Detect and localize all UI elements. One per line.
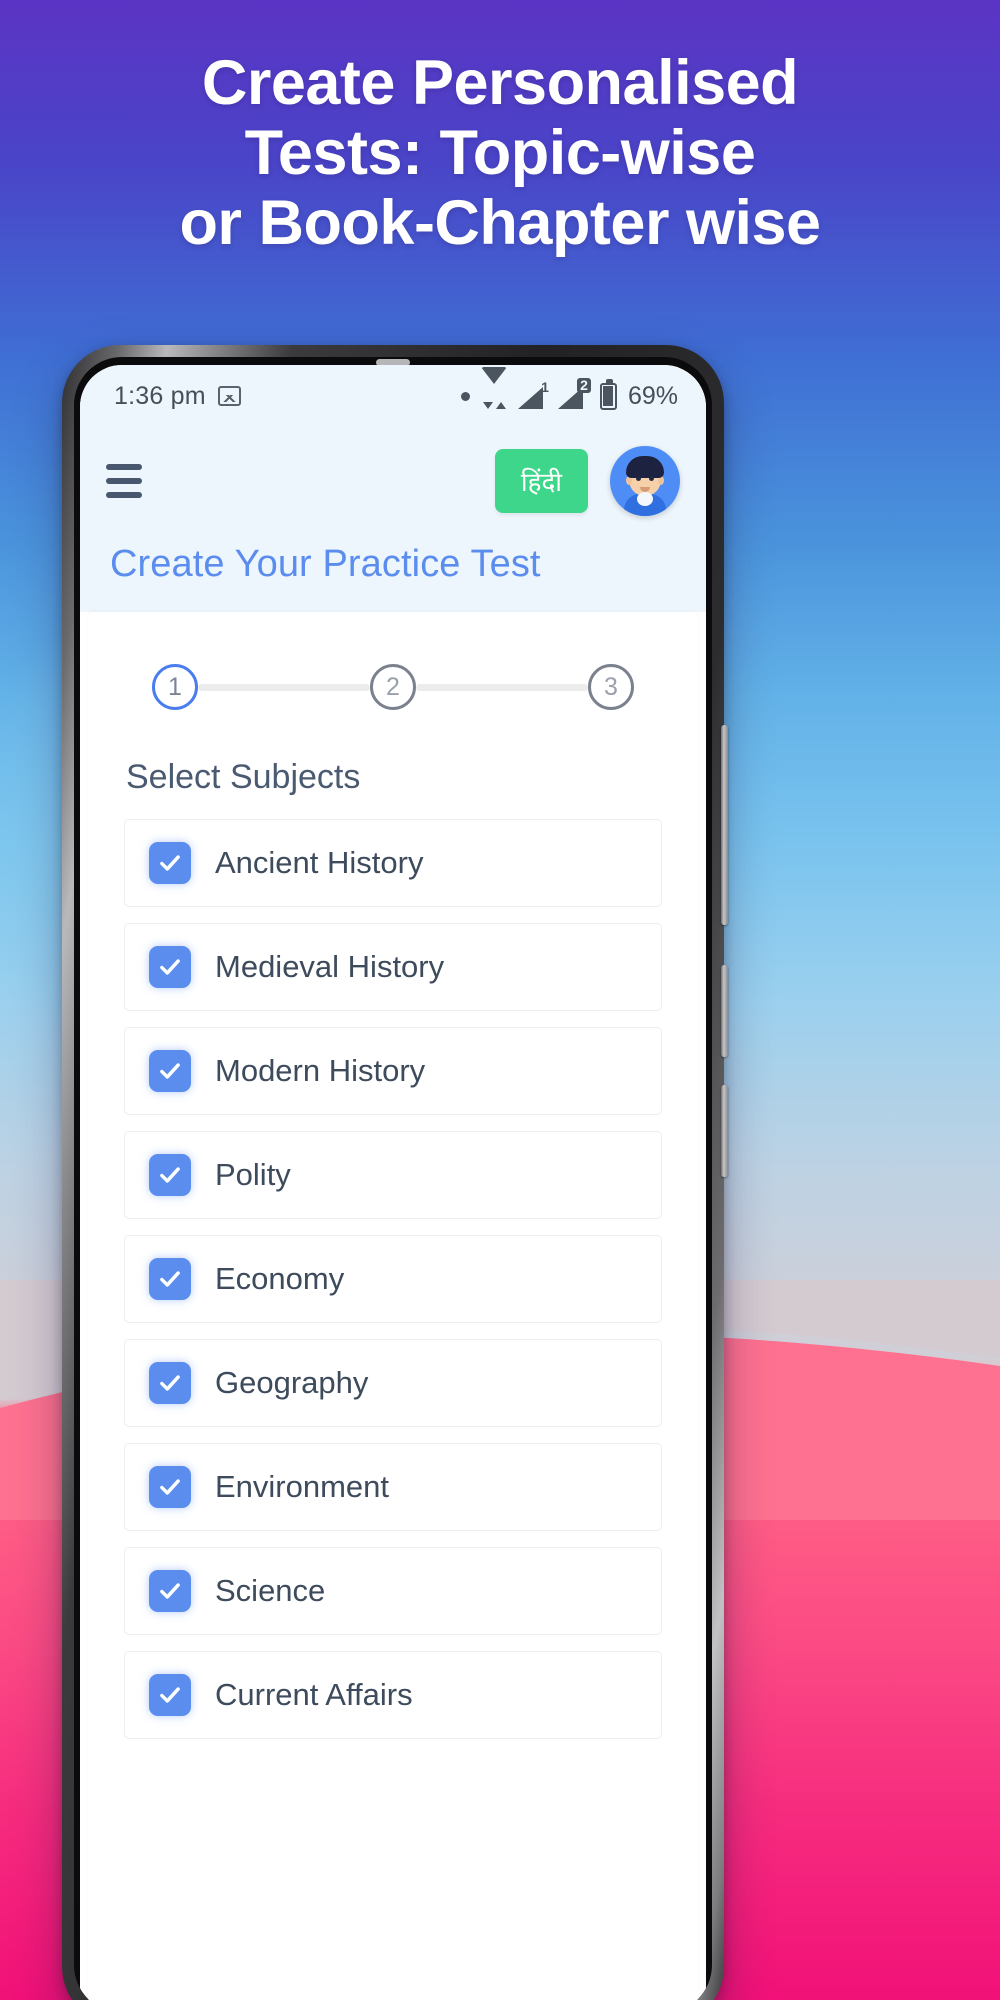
checkbox-checked-icon[interactable] <box>149 842 191 884</box>
list-item-label: Science <box>215 1573 326 1608</box>
list-item[interactable]: Current Affairs <box>124 1651 662 1739</box>
list-item[interactable]: Environment <box>124 1443 662 1531</box>
headline-line-2: Tests: Topic-wise <box>244 118 756 188</box>
checkbox-checked-icon[interactable] <box>149 1466 191 1508</box>
page-title-bar: Create Your Practice Test <box>80 535 706 612</box>
checkbox-checked-icon[interactable] <box>149 1362 191 1404</box>
list-item-label: Current Affairs <box>215 1677 413 1712</box>
photo-icon <box>217 386 241 406</box>
stepper-step-2-label: 2 <box>386 672 400 701</box>
status-bar-left: 1:36 pm <box>114 382 241 411</box>
checkbox-checked-icon[interactable] <box>149 1154 191 1196</box>
list-item[interactable]: Economy <box>124 1235 662 1323</box>
stepper-step-3-label: 3 <box>604 672 618 701</box>
headline-line-1: Create Personalised <box>201 48 799 118</box>
stepper-connector-2 <box>416 683 588 691</box>
list-item-label: Environment <box>215 1469 390 1504</box>
battery-percent-label: 69% <box>627 381 678 410</box>
status-bar-clock: 1:36 pm <box>114 381 206 410</box>
signal-sim1-label: 1 <box>541 379 549 395</box>
phone-side-button-volume[interactable] <box>721 725 728 925</box>
phone-side-button-extra[interactable] <box>721 1085 728 1177</box>
list-item-label: Polity <box>215 1157 291 1192</box>
stepper-connector-1 <box>198 683 370 691</box>
language-toggle-button[interactable]: हिंदी <box>494 449 588 513</box>
list-item-label: Ancient History <box>215 845 424 880</box>
list-item-label: Medieval History <box>215 949 445 984</box>
checkbox-checked-icon[interactable] <box>149 1050 191 1092</box>
list-item-label: Economy <box>215 1261 345 1296</box>
headline-line-3: or Book-Chapter wise <box>179 188 821 258</box>
checkbox-checked-icon[interactable] <box>149 946 191 988</box>
stepper: 1 2 3 <box>88 664 698 710</box>
phone-screen: 1:36 pm 1 2 69% हिंदी Create Your Practi… <box>80 365 706 2000</box>
subject-list: Ancient History Medieval History Modern … <box>88 819 698 1739</box>
notification-dot-icon <box>460 391 470 401</box>
checkbox-checked-icon[interactable] <box>149 1570 191 1612</box>
list-item[interactable]: Modern History <box>124 1027 662 1115</box>
list-item[interactable]: Medieval History <box>124 923 662 1011</box>
stepper-step-3[interactable]: 3 <box>588 664 634 710</box>
signal-sim2-icon: 2 <box>557 378 591 409</box>
status-bar: 1:36 pm 1 2 69% <box>80 365 706 427</box>
stepper-step-1-label: 1 <box>168 672 182 701</box>
phone-side-button-power[interactable] <box>721 965 728 1057</box>
avatar[interactable] <box>610 446 680 516</box>
promo-headline: Create Personalised Tests: Topic-wise or… <box>0 48 1000 258</box>
stepper-step-2[interactable]: 2 <box>370 664 416 710</box>
app-header: हिंदी <box>80 427 706 535</box>
status-bar-right: 1 2 69% <box>460 367 678 411</box>
list-item[interactable]: Polity <box>124 1131 662 1219</box>
battery-icon <box>599 378 617 410</box>
hamburger-menu-icon[interactable] <box>106 464 142 498</box>
app-header-actions: हिंदी <box>494 446 680 516</box>
practice-test-card: 1 2 3 Select Subjects Ancient History Me… <box>88 612 698 2000</box>
signal-sim1-icon: 1 <box>517 379 549 409</box>
stepper-step-1[interactable]: 1 <box>152 664 198 710</box>
phone-mockup: 1:36 pm 1 2 69% हिंदी Create Your Practi… <box>62 345 728 2000</box>
checkbox-checked-icon[interactable] <box>149 1258 191 1300</box>
wifi-icon <box>480 367 508 409</box>
list-item-label: Geography <box>215 1365 369 1400</box>
section-title-select-subjects: Select Subjects <box>126 758 361 796</box>
checkbox-checked-icon[interactable] <box>149 1674 191 1716</box>
page-title: Create Your Practice Test <box>110 543 541 585</box>
list-item-label: Modern History <box>215 1053 426 1088</box>
list-item[interactable]: Ancient History <box>124 819 662 907</box>
phone-bezel: 1:36 pm 1 2 69% हिंदी Create Your Practi… <box>74 357 712 2000</box>
list-item[interactable]: Science <box>124 1547 662 1635</box>
list-item[interactable]: Geography <box>124 1339 662 1427</box>
signal-sim2-label: 2 <box>577 378 591 393</box>
